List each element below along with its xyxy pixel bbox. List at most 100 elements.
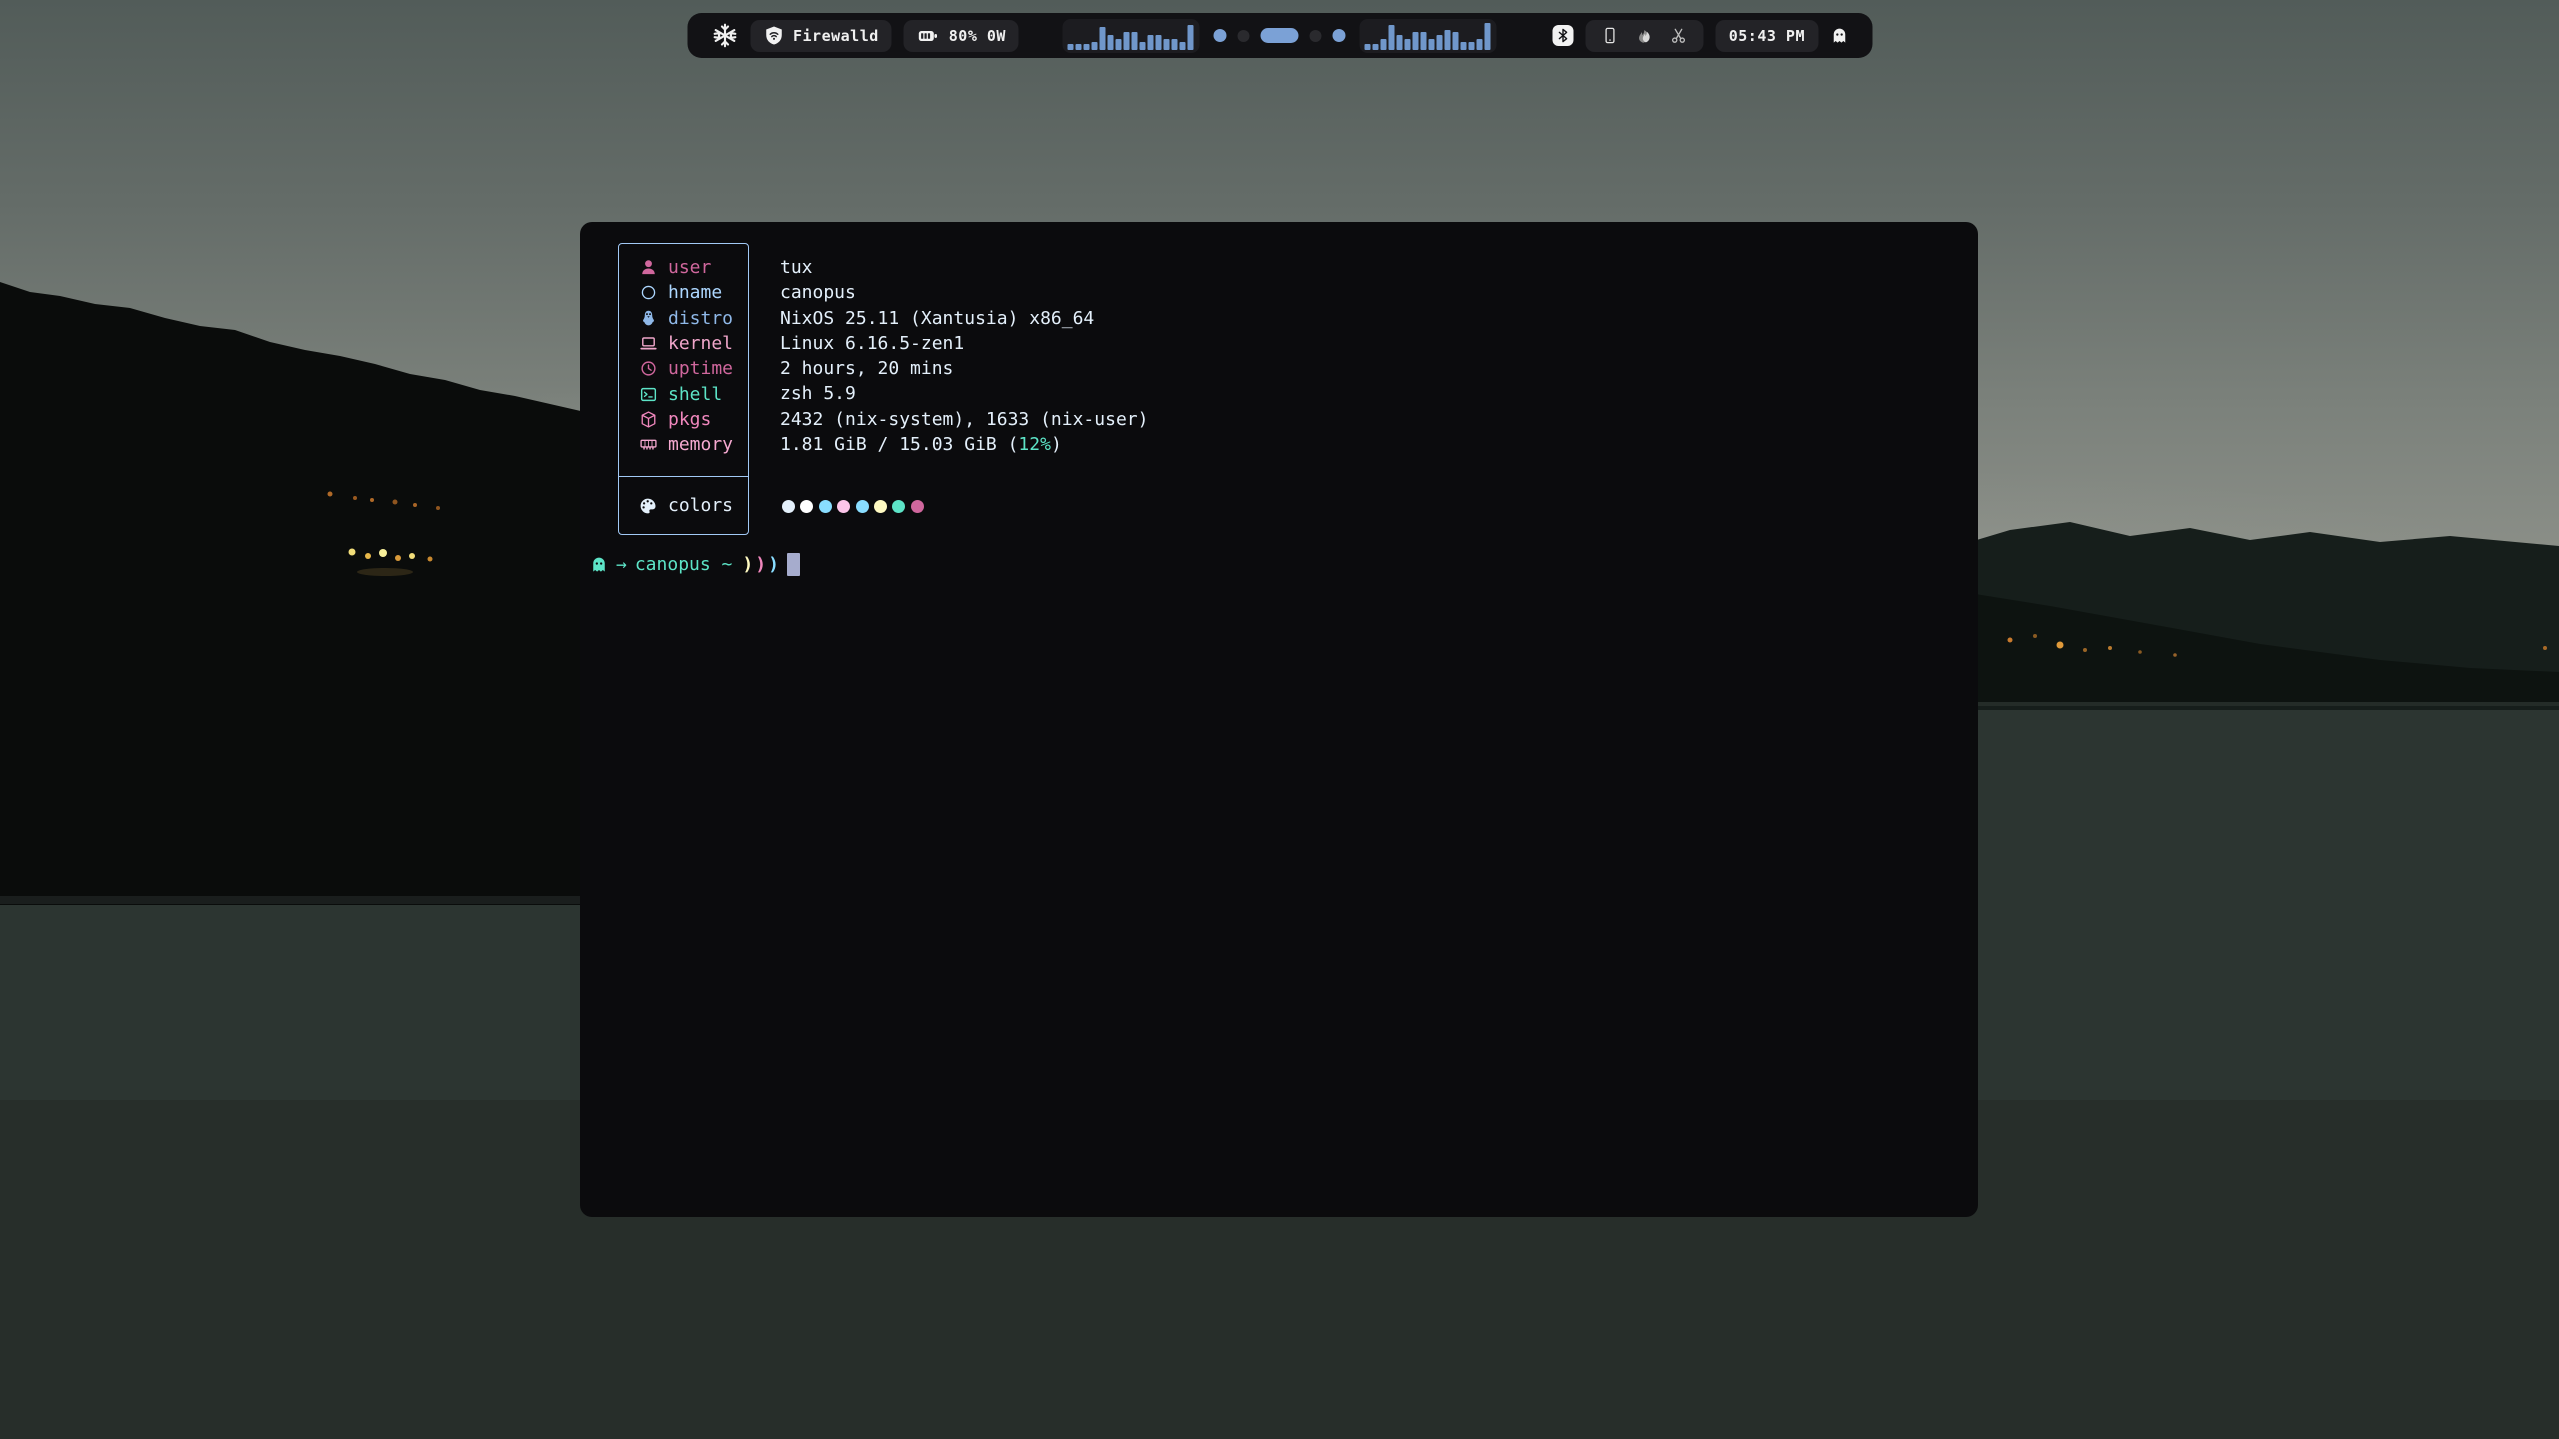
graph-bar — [1437, 35, 1443, 50]
graph-bar — [1429, 39, 1435, 49]
fastfetch-value: 2432 (nix-system), 1633 (nix-user) — [780, 407, 1148, 432]
prompt-chevron: ) — [768, 554, 781, 575]
terminal-icon — [638, 385, 658, 404]
graph-bar — [1172, 39, 1178, 49]
fastfetch-row: shell — [619, 381, 748, 406]
prompt-chevron: ) — [742, 554, 755, 575]
flame-icon[interactable] — [1635, 26, 1654, 45]
fastfetch-value: Linux 6.16.5-zen1 — [780, 331, 1148, 356]
fastfetch-row: pkgs — [619, 407, 748, 432]
fastfetch-value: canopus — [780, 280, 1148, 305]
workspace-dot[interactable] — [1333, 29, 1346, 42]
fastfetch-label: distro — [668, 308, 733, 329]
graph-bar — [1108, 35, 1114, 50]
graph-bar — [1485, 23, 1491, 50]
penguin-icon — [638, 309, 658, 328]
graph-bar — [1132, 32, 1138, 49]
fastfetch-label: uptime — [668, 358, 733, 379]
phone-icon[interactable] — [1602, 26, 1619, 45]
prompt-hostname: canopus — [635, 554, 711, 575]
fastfetch-row: hname — [619, 280, 748, 305]
ghost-icon — [590, 556, 608, 574]
workspace-dot[interactable] — [1238, 30, 1250, 42]
firewall-module[interactable]: Firewalld — [750, 20, 892, 52]
bluetooth-icon — [1556, 28, 1571, 43]
workspace-active-pill[interactable] — [1261, 28, 1299, 43]
shell-prompt[interactable]: → canopus ~ ))) — [590, 552, 800, 577]
palette-color-dot — [782, 500, 795, 513]
palette-icon — [638, 496, 658, 516]
colors-label: colors — [668, 495, 733, 516]
graph-bar — [1453, 32, 1459, 49]
prompt-arrow: → — [616, 554, 627, 575]
fastfetch-row: distro — [619, 306, 748, 331]
clock-icon — [638, 359, 658, 378]
graph-bar — [1188, 25, 1194, 50]
graph-bar — [1421, 32, 1427, 49]
firewall-shield-icon — [763, 25, 784, 46]
fastfetch-value: NixOS 25.11 (Xantusia) x86_64 — [780, 306, 1148, 331]
palette-color-dot — [837, 500, 850, 513]
fastfetch-value: zsh 5.9 — [780, 381, 1148, 406]
package-icon — [638, 410, 658, 429]
fastfetch-label: hname — [668, 282, 722, 303]
palette-color-dot — [800, 500, 813, 513]
battery-label: 80% 0W — [949, 27, 1006, 45]
fastfetch-label: memory — [668, 434, 733, 455]
palette-color-dot — [911, 500, 924, 513]
status-bar-center — [1063, 13, 1497, 58]
graph-bar — [1140, 42, 1146, 50]
palette-color-dot — [874, 500, 887, 513]
graph-bar — [1164, 39, 1170, 49]
terminal-window[interactable]: user hname distro kernel uptime shell pkgs memo… — [580, 222, 1978, 1217]
cpu-graph-widget[interactable] — [1063, 19, 1200, 53]
fastfetch-label-box: user hname distro kernel uptime shell pkgs memo… — [618, 243, 749, 535]
bluetooth-button[interactable] — [1553, 25, 1574, 46]
fastfetch-values: tuxcanopusNixOS 25.11 (Xantusia) x86_64L… — [780, 255, 1148, 457]
workspace-indicators — [1214, 28, 1346, 43]
scissors-icon[interactable] — [1670, 27, 1688, 45]
fastfetch-row: kernel — [619, 331, 748, 356]
graph-bar — [1461, 42, 1467, 50]
prompt-cwd: ~ — [722, 554, 733, 575]
memory-icon — [638, 435, 658, 454]
graph-bar — [1469, 42, 1475, 50]
clock-module[interactable]: 05:43 PM — [1716, 20, 1818, 52]
fastfetch-value: 1.81 GiB / 15.03 GiB (12%) — [780, 432, 1148, 457]
graph-bar — [1445, 30, 1451, 50]
graph-bar — [1084, 44, 1090, 49]
clock-label: 05:43 PM — [1729, 27, 1805, 45]
prompt-chevrons: ))) — [742, 554, 781, 575]
battery-module[interactable]: 80% 0W — [904, 20, 1019, 52]
battery-icon — [917, 28, 940, 44]
graph-bar — [1405, 39, 1411, 49]
fastfetch-label: shell — [668, 384, 722, 405]
graph-bar — [1477, 39, 1483, 49]
fastfetch-value: 2 hours, 20 mins — [780, 356, 1148, 381]
prompt-chevron: ) — [755, 554, 768, 575]
graph-bar — [1413, 32, 1419, 49]
graph-bar — [1068, 44, 1074, 49]
fastfetch-label: user — [668, 257, 711, 278]
terminal-cursor — [787, 553, 800, 576]
fastfetch-row: memory — [619, 432, 748, 457]
memory-graph-widget[interactable] — [1360, 19, 1497, 53]
spacer — [711, 554, 722, 575]
fastfetch-row: user — [619, 255, 748, 280]
graph-bar — [1076, 44, 1082, 49]
fastfetch-label: pkgs — [668, 409, 711, 430]
fastfetch-colors-row: colors — [619, 477, 748, 534]
fastfetch-labels: user hname distro kernel uptime shell pkgs memo… — [619, 244, 748, 477]
fastfetch-row: uptime — [619, 356, 748, 381]
workspace-dot[interactable] — [1214, 29, 1227, 42]
palette-color-dot — [856, 500, 869, 513]
workspace-dot[interactable] — [1310, 30, 1322, 42]
graph-bar — [1092, 42, 1098, 50]
nixos-snowflake-icon[interactable] — [711, 22, 738, 49]
fastfetch-label: kernel — [668, 333, 733, 354]
ghost-icon[interactable] — [1830, 27, 1848, 45]
graph-bar — [1180, 42, 1186, 50]
terminal-color-palette — [782, 500, 924, 513]
graph-bar — [1373, 44, 1379, 49]
status-bar: Firewalld 80% 0W 05:43 PM — [687, 13, 1872, 58]
